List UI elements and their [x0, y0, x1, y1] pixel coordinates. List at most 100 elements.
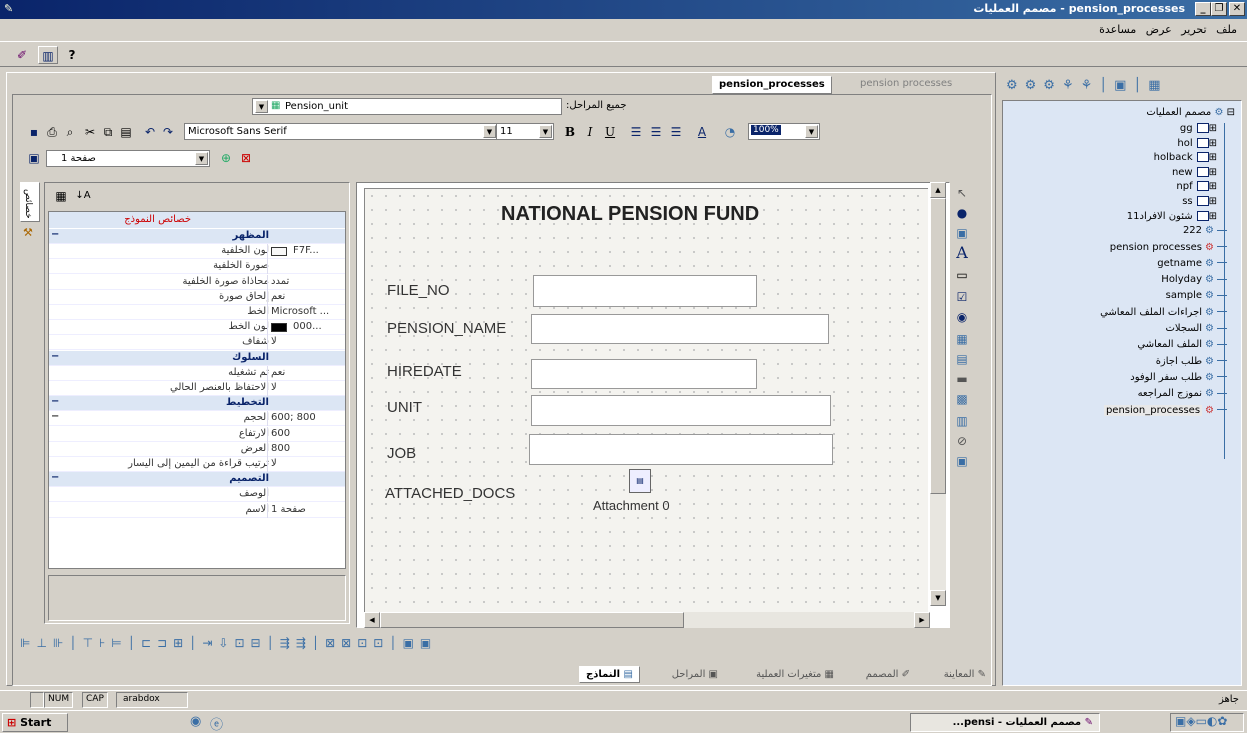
quick-launch-explorer-icon[interactable]: ⓔ — [210, 714, 223, 733]
menu-view[interactable]: عرض — [1146, 23, 1172, 36]
line-tool-icon[interactable]: ▬ — [952, 370, 972, 388]
label-pension-name[interactable]: PENSION_NAME — [387, 320, 506, 337]
tree-process[interactable]: ⚙sample — [1166, 290, 1227, 306]
help-icon[interactable]: ? — [62, 46, 82, 64]
property-row[interactable]: ترتيب قراءة من اليمين إلى اليسار لا — [49, 457, 345, 472]
property-value[interactable]: نعم — [271, 367, 285, 378]
fill-color-icon[interactable]: ◔ — [720, 123, 740, 141]
copy-icon[interactable]: ⧉ — [98, 123, 118, 141]
minimize-button[interactable]: _ — [1195, 2, 1211, 16]
start-button[interactable]: ⊞ Start — [2, 713, 68, 732]
tree-process[interactable]: ⚙اجراءات الملف المعاشي — [1100, 307, 1227, 323]
property-row[interactable]: محاذاة صورة الخلفية تمدد — [49, 274, 345, 290]
property-value[interactable]: صفحة 1 — [271, 504, 306, 515]
align-right-icon[interactable]: ☰ — [626, 123, 646, 141]
save-icon[interactable]: ▪ — [24, 123, 44, 141]
radio-tool-icon[interactable]: ◉ — [952, 308, 972, 326]
align-tools-icon[interactable]: ⊫⊥⊪│⊤⊦⊨│⊏⊐⊞│⇥⇩⊡⊟│⇶⇶│⊠⊠⊡⊡│▣▣ — [20, 636, 437, 650]
menu-file[interactable]: ملف — [1216, 23, 1237, 36]
tree-folder[interactable]: ⊞ holback — [1154, 152, 1217, 168]
align-left-icon[interactable]: ☰ — [666, 123, 686, 141]
input-file-no[interactable] — [533, 275, 757, 307]
pointer-icon[interactable]: ↖ — [952, 184, 972, 202]
property-category[interactable]: − السلوك — [49, 350, 345, 366]
preview-icon[interactable]: ⌕ — [60, 123, 80, 141]
label-unit[interactable]: UNIT — [387, 399, 422, 416]
property-row[interactable]: − الحجم 600; 800 — [49, 411, 345, 427]
font-color-icon[interactable]: A — [692, 123, 712, 141]
property-row[interactable]: لون الخط 000... — [49, 320, 345, 336]
tree-tools-icon[interactable]: ⚙⚙⚙⚘⚘│▣│▦ — [1006, 78, 1168, 93]
page-icon[interactable]: ▣ — [24, 149, 44, 167]
grid-tool-icon[interactable]: ▦ — [952, 330, 972, 348]
tree-root[interactable]: ⊟ ⚙ مصمم العمليات — [1146, 107, 1235, 118]
label-job[interactable]: JOB — [387, 445, 416, 462]
tree-folder[interactable]: ⊞ gg — [1180, 123, 1217, 139]
list-tool-icon[interactable]: ▤ — [952, 350, 972, 368]
quick-launch-ie-icon[interactable]: ◉ — [190, 714, 201, 729]
scroll-thumb[interactable] — [930, 198, 946, 494]
property-category[interactable]: − التصميم — [49, 472, 345, 488]
property-value[interactable]: لا — [271, 382, 277, 393]
property-row[interactable]: شفاف لا — [49, 335, 345, 351]
property-category[interactable]: − المظهر — [49, 229, 345, 244]
image-tool-icon[interactable]: ▣ — [952, 224, 972, 242]
collapse-icon[interactable]: − — [51, 351, 61, 362]
tree-folder[interactable]: ⊞ hol — [1177, 137, 1217, 154]
tree-folder[interactable]: ⊞ npf — [1176, 181, 1217, 197]
property-row[interactable]: إلحاق صورة نعم — [49, 289, 345, 305]
property-value[interactable]: 600 — [271, 428, 290, 439]
checkbox-tool-icon[interactable]: ☑ — [952, 288, 972, 306]
tree-process[interactable]: ⚙الملف المعاشي — [1137, 339, 1227, 355]
textbox-tool-icon[interactable]: ▭ — [952, 266, 972, 284]
redo-icon[interactable]: ↷ — [158, 123, 178, 141]
property-row[interactable]: العرض 800 — [49, 441, 345, 457]
form-select[interactable]: ▼ ▦ Pension_unit — [252, 98, 562, 115]
paste-icon[interactable]: ▤ — [116, 123, 136, 141]
property-row[interactable]: الخط Microsoft ... — [49, 305, 345, 320]
categorized-icon[interactable]: ▦ — [51, 187, 71, 205]
input-hiredate[interactable] — [531, 359, 757, 389]
attachment-icon[interactable]: ▤ — [629, 469, 651, 493]
tab-preview[interactable]: ✎ المعاينة — [944, 669, 986, 680]
close-button[interactable]: ✕ — [1229, 2, 1245, 16]
tab-forms[interactable]: ▤ النماذج — [579, 666, 640, 683]
design-canvas[interactable]: NATIONAL PENSION FUND FILE_NO PENSION_NA… — [364, 188, 928, 612]
properties-side-tab[interactable]: خصائص — [20, 182, 40, 222]
text-tool-icon[interactable]: A — [952, 244, 972, 262]
print-icon[interactable]: ⎙ — [42, 123, 62, 141]
tree-process[interactable]: ⚙طلب سفر الوفود — [1130, 372, 1227, 388]
collapse-icon[interactable]: − — [51, 472, 61, 483]
tree-process[interactable]: ⚙طلب اجازة — [1156, 356, 1227, 372]
property-row[interactable]: الارتفاع 600 — [49, 426, 345, 442]
property-value[interactable]: 000... — [293, 321, 322, 332]
property-row[interactable]: لون الخلفية F7F... — [49, 244, 345, 260]
tab-designer[interactable]: ✐ المصمم — [866, 669, 910, 680]
scroll-up-icon[interactable]: ▲ — [930, 182, 946, 198]
tray-icons[interactable]: ▣◈▭◐✿ — [1175, 714, 1227, 728]
attach-tool-icon[interactable]: ⊘ — [952, 432, 972, 450]
property-value[interactable]: Microsoft ... — [271, 306, 329, 317]
tab-process-variables[interactable]: ▦ متغيرات العملية — [756, 669, 834, 680]
zoom-select[interactable]: 100% ▼ — [748, 123, 820, 140]
input-unit[interactable] — [531, 395, 831, 426]
property-category[interactable]: − التخطيط — [49, 396, 345, 412]
scroll-right-icon[interactable]: ▶ — [914, 612, 930, 628]
brush-icon[interactable]: ✐ — [12, 46, 32, 64]
menu-edit[interactable]: تحرير — [1181, 23, 1206, 36]
tools-side-tab[interactable]: ⚒ — [20, 224, 40, 246]
input-pension-name[interactable] — [531, 314, 829, 344]
attachment-label[interactable]: Attachment 0 — [593, 498, 670, 513]
property-row[interactable]: صورة الخلفية — [49, 259, 345, 275]
property-row[interactable]: الوصف — [49, 487, 345, 503]
undo-icon[interactable]: ↶ — [140, 123, 160, 141]
tree-process[interactable]: ⚙نموزج المراجعه — [1138, 388, 1227, 404]
scroll-left-icon[interactable]: ◀ — [364, 612, 380, 628]
property-value[interactable]: لا — [271, 458, 277, 469]
font-select[interactable]: Microsoft Sans Serif ▼ — [184, 123, 498, 140]
frame-tool-icon[interactable]: ▣ — [952, 452, 972, 470]
tree-process[interactable]: ⚙pension_processes — [1103, 404, 1227, 421]
align-center-icon[interactable]: ☰ — [646, 123, 666, 141]
tab-pension-processes[interactable]: pension processes — [860, 78, 952, 89]
input-job[interactable] — [529, 434, 833, 465]
